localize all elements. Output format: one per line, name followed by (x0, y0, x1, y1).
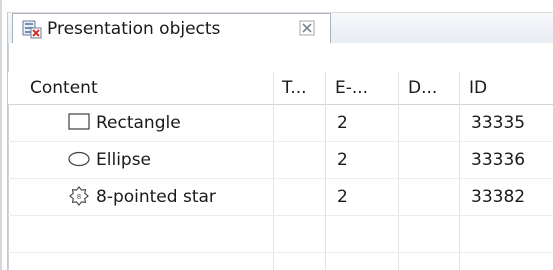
star-icon: 8 (68, 186, 90, 206)
table-header: Content T... E-... D... ID (8, 72, 553, 105)
tab-label: Presentation objects (47, 19, 221, 39)
rectangle-icon (68, 112, 90, 132)
row-e: 2 (337, 113, 348, 133)
row-d (410, 142, 460, 178)
row-t (284, 179, 324, 215)
row-id: 33336 (471, 150, 526, 170)
column-header-id[interactable]: ID (459, 72, 553, 104)
table-row[interactable]: Rectangle 2 33335 (8, 105, 553, 142)
table-row[interactable]: Ellipse 2 33336 (8, 142, 553, 179)
row-t (284, 142, 324, 178)
row-content: Rectangle (96, 113, 181, 133)
column-header-d[interactable]: D... (398, 72, 458, 104)
row-content: Ellipse (96, 150, 152, 170)
row-d (410, 105, 460, 141)
tab-bar: Presentation objects (8, 13, 553, 44)
window-border (0, 0, 2, 270)
ellipse-icon (68, 149, 90, 169)
row-d (410, 179, 460, 215)
row-id: 33382 (471, 187, 526, 207)
row-e: 2 (337, 187, 348, 207)
table-row-empty (8, 216, 553, 253)
row-content: 8-pointed star (96, 187, 216, 207)
svg-text:8: 8 (77, 193, 81, 201)
close-icon[interactable] (299, 20, 315, 36)
column-header-t[interactable]: T... (272, 72, 324, 104)
row-id: 33335 (471, 113, 526, 133)
tab-presentation-objects[interactable]: Presentation objects (12, 13, 331, 44)
table-row[interactable]: 8 8-pointed star 2 33382 (8, 179, 553, 216)
column-header-content[interactable]: Content (20, 72, 270, 104)
column-header-e[interactable]: E-... (325, 72, 397, 104)
row-t (284, 105, 324, 141)
presentation-objects-view: Presentation objects Content T... E-... … (0, 0, 553, 270)
presentation-objects-icon (22, 19, 42, 39)
row-e: 2 (337, 150, 348, 170)
